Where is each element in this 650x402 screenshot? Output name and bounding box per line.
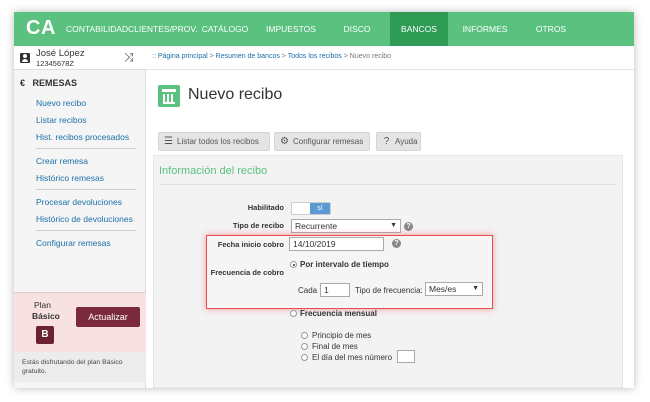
plan-badge: B	[36, 326, 54, 344]
frecuencia-label: Frecuencia de cobro	[210, 268, 284, 277]
nav-clientes-prov[interactable]: CLIENTES/PROV.	[128, 12, 198, 46]
tipo-recibo-select[interactable]: Recurrente ▼	[291, 219, 401, 233]
mensual-label: Frecuencia mensual	[300, 309, 377, 318]
chevron-down-icon: ▼	[472, 285, 479, 292]
dia-mes-input[interactable]	[397, 350, 415, 363]
list-receipts-button[interactable]: ☰ Listar todos los recibos	[158, 132, 270, 151]
section-divider	[159, 184, 617, 185]
gear-icon: ⚙	[280, 136, 289, 147]
sidebar-item-configurar-remesas[interactable]: Configurar remesas	[36, 238, 111, 248]
app-logo[interactable]: CA	[26, 17, 56, 40]
section-title: Información del recibo	[159, 165, 268, 177]
top-navigation: CA CONTABILIDAD CLIENTES/PROV. CATÁLOGO …	[14, 12, 634, 68]
configure-remittances-label: Configurar remesas	[293, 137, 364, 146]
nav-otros[interactable]: OTROS	[520, 12, 582, 46]
tipo-frecuencia-label: Tipo de frecuencia:	[355, 286, 423, 295]
sidebar-item-historico-remesas[interactable]: Histórico remesas	[36, 173, 104, 183]
breadcrumb-link-principal[interactable]: Página principal	[158, 53, 208, 60]
sidebar: José López 12345678Z ⤨ € REMESAS Nuevo r…	[14, 46, 146, 388]
chevron-down-icon: ▼	[390, 222, 397, 229]
toggle-on-label: sí	[310, 203, 330, 214]
bank-icon	[158, 85, 180, 107]
sidebar-item-listar-recibos[interactable]: Listar recibos	[36, 115, 87, 125]
sidebar-item-crear-remesa[interactable]: Crear remesa	[36, 156, 88, 166]
mensual-radio[interactable]	[290, 310, 297, 317]
switch-account-icon[interactable]: ⤨	[124, 50, 134, 65]
intervalo-label: Por intervalo de tiempo	[300, 260, 389, 269]
breadcrumb: :: Página principal > Resumen de bancos …	[152, 53, 392, 60]
habilitado-label: Habilitado	[247, 203, 284, 212]
sidebar-item-procesar-devoluciones[interactable]: Procesar devoluciones	[36, 197, 122, 207]
configure-remittances-button[interactable]: ⚙ Configurar remesas	[274, 132, 370, 151]
euro-icon: €	[20, 78, 26, 88]
tipo-recibo-label: Tipo de recibo	[232, 221, 284, 230]
plan-note: Estás disfrutando del plan Básico gratui…	[14, 352, 146, 382]
cada-label: Cada	[298, 286, 318, 295]
plan-name: Básico	[32, 311, 60, 321]
list-icon: ☰	[164, 136, 173, 147]
sidebar-section-remesas: € REMESAS	[20, 78, 77, 88]
nav-informes[interactable]: INFORMES	[454, 12, 516, 46]
breadcrumb-link-todos[interactable]: Todos los recibos	[288, 53, 342, 60]
tipo-recibo-value: Recurrente	[295, 221, 338, 231]
tipo-frecuencia-value: Mes/es	[429, 284, 457, 294]
help-icon[interactable]: ?	[404, 222, 413, 231]
breadcrumb-current: Nuevo recibo	[349, 53, 392, 60]
user-name: José López	[36, 48, 85, 59]
page-title: Nuevo recibo	[188, 86, 283, 103]
dia-mes-radio[interactable]	[301, 354, 308, 361]
sidebar-section-label: REMESAS	[32, 78, 78, 88]
plan-box: Plan Básico B Actualizar	[14, 292, 146, 352]
fecha-inicio-input[interactable]: 14/10/2019	[289, 237, 384, 251]
nav-contabilidad[interactable]: CONTABILIDAD	[66, 12, 128, 46]
help-circle-icon: ?	[383, 136, 390, 147]
tipo-frecuencia-select[interactable]: Mes/es ▼	[425, 282, 483, 296]
intervalo-radio[interactable]	[290, 261, 297, 268]
plan-label: Plan	[34, 300, 52, 310]
sidebar-divider	[36, 230, 136, 231]
help-icon[interactable]: ?	[392, 239, 401, 248]
principio-mes-radio[interactable]	[301, 332, 308, 339]
sidebar-item-hist-recibos[interactable]: Hist. recibos procesados	[36, 132, 129, 142]
breadcrumb-divider	[146, 69, 634, 70]
sidebar-item-historico-devoluciones[interactable]: Histórico de devoluciones	[36, 214, 133, 224]
habilitado-toggle[interactable]: sí	[291, 202, 331, 215]
nav-bancos[interactable]: BANCOS	[390, 12, 448, 46]
list-receipts-label: Listar todos los recibos	[177, 137, 259, 146]
nav-disco-virtual[interactable]: DISCO VIRTUAL	[326, 12, 388, 68]
final-mes-radio[interactable]	[301, 343, 308, 350]
user-id: 12345678Z	[36, 59, 74, 68]
user-bar: José López 12345678Z ⤨	[14, 46, 146, 70]
help-button[interactable]: ? Ayuda	[376, 132, 421, 151]
sidebar-item-nuevo-recibo[interactable]: Nuevo recibo	[36, 98, 86, 108]
breadcrumb-link-resumen[interactable]: Resumen de bancos	[216, 53, 280, 60]
sidebar-divider	[36, 189, 136, 190]
principio-mes-label: Principio de mes	[312, 331, 372, 340]
breadcrumb-prefix: ::	[152, 53, 156, 60]
upgrade-button[interactable]: Actualizar	[76, 307, 140, 327]
nav-impuestos[interactable]: IMPUESTOS	[256, 12, 326, 46]
user-card-icon	[20, 53, 30, 63]
cada-input[interactable]: 1	[320, 283, 350, 297]
app-window: CA CONTABILIDAD CLIENTES/PROV. CATÁLOGO …	[14, 12, 634, 388]
fecha-inicio-label: Fecha inicio cobro	[217, 240, 284, 249]
dia-mes-label: El día del mes número	[312, 353, 393, 362]
sidebar-divider	[36, 148, 136, 149]
nav-catalogo[interactable]: CATÁLOGO	[196, 12, 254, 46]
final-mes-label: Final de mes	[312, 342, 358, 351]
help-label: Ayuda	[395, 137, 418, 146]
